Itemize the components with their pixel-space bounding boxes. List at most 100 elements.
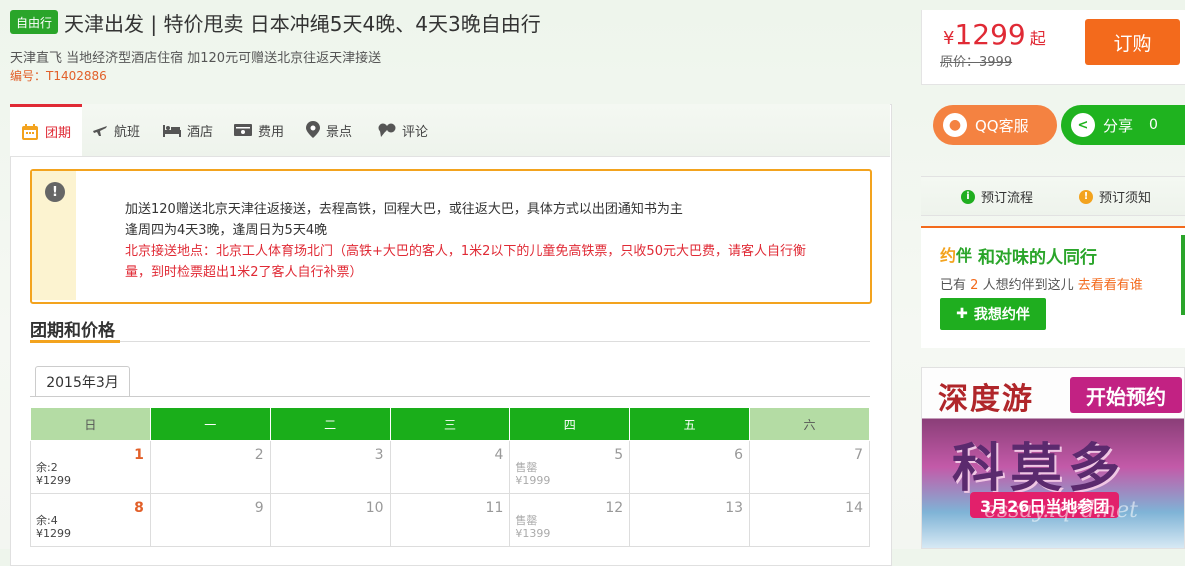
price-amount: 1299 [954, 18, 1026, 51]
booking-process-link[interactable]: i 预订流程 [961, 187, 1033, 206]
yueban-button[interactable]: ✚ 我想约伴 [940, 298, 1046, 330]
calendar-day: 11 [389, 493, 511, 547]
ad-brand: 深度游 [938, 382, 1034, 417]
scrollbar-indicator[interactable] [1181, 235, 1185, 315]
calendar-day-soldout: 5 售罄 ¥1999 [509, 440, 631, 494]
day-info: 售罄 ¥1399 [515, 514, 551, 540]
tab-label: 费用 [258, 124, 285, 140]
calendar-day-soldout: 12 售罄 ¥1399 [509, 493, 631, 547]
booking-notice-label: 预订须知 [1099, 191, 1152, 206]
day-number: 4 [494, 447, 504, 463]
calendar-day: 6 [629, 440, 751, 494]
original-price: 原价：3999 [940, 55, 1013, 70]
weekday-fri: 五 [629, 407, 751, 441]
notice-line-3: 北京接送地点：北京工人体育场北门（高铁+大巴的客人，1米2以下的儿童免高铁票，只… [125, 244, 806, 259]
money-icon [234, 124, 252, 136]
booking-notice-link[interactable]: ! 预订须知 [1079, 187, 1151, 206]
ad-banner[interactable]: 深度游 开始预约 科莫多 3月26日当地参团 essay.lqrd.net [921, 367, 1185, 549]
alert-icon: ! [1079, 189, 1093, 204]
detail-tabs: 团期 航班 酒店 费用 景点 评论 [10, 104, 890, 157]
yueban-count: 2 [970, 278, 979, 293]
booking-process-label: 预订流程 [981, 191, 1034, 206]
qq-service-button[interactable]: ● QQ客服 [933, 105, 1057, 145]
tab-label: 评论 [402, 124, 429, 140]
weekday-tue: 二 [269, 407, 391, 441]
day-info: 余:4 ¥1299 [36, 514, 71, 540]
ad-headline: 科莫多 [952, 439, 1127, 499]
month-tab[interactable]: 2015年3月 [35, 366, 130, 397]
day-number: 13 [725, 500, 744, 516]
section-underline [30, 340, 120, 343]
section-divider [30, 341, 870, 342]
tab-label: 酒店 [187, 124, 214, 140]
tab-cost[interactable]: 费用 [234, 104, 284, 156]
day-number: 9 [254, 500, 264, 516]
info-icon: i [961, 189, 975, 204]
share-button[interactable]: < 分享 0 [1061, 105, 1185, 145]
notice-line-4: 量，到时检票超出1米2了客人自行补票） [125, 265, 363, 280]
calendar-icon [21, 123, 38, 140]
comment-icon [378, 123, 396, 137]
price-currency: ¥ [943, 28, 955, 49]
day-number: 12 [605, 500, 624, 516]
product-title: 天津出发 | 特价甩卖 日本冲绳5天4晚、4天3晚自由行 [64, 12, 541, 36]
day-number: 10 [365, 500, 384, 516]
calendar-day: 7 [749, 440, 870, 494]
plus-icon: ✚ [956, 306, 968, 322]
bed-icon [163, 125, 181, 137]
day-number: 6 [734, 447, 744, 463]
calendar-day: 4 [389, 440, 511, 494]
booking-info-bar: i 预订流程 ! 预订须知 [921, 176, 1185, 216]
calendar-day-available[interactable]: 8 余:4 ¥1299 [30, 493, 151, 547]
calendar-day: 2 [149, 440, 271, 494]
day-number: 1 [134, 447, 144, 463]
share-icon: < [1071, 113, 1095, 137]
calendar-day: 13 [629, 493, 751, 547]
calendar-day: 10 [269, 493, 391, 547]
weekday-mon: 一 [149, 407, 271, 441]
product-subtitle: 天津直飞 当地经济型酒店住宿 加120元可赠送北京往返天津接送 [10, 51, 382, 66]
weekday-sun: 日 [30, 407, 151, 441]
day-number: 8 [134, 500, 144, 516]
section-title: 团期和价格 [30, 321, 115, 341]
tab-label: 航班 [114, 124, 141, 140]
yueban-title: 和对味的人同行 [978, 248, 1097, 268]
tab-flight[interactable]: 航班 [92, 104, 140, 156]
calendar-table: 日 一 二 三 四 五 六 1 余:2 ¥1299 2 3 4 5 售罄 ¥1999 6… [30, 407, 870, 547]
price: ¥1299 起 [943, 18, 1046, 51]
calendar-day: 3 [269, 440, 391, 494]
tab-hotel[interactable]: 酒店 [163, 104, 213, 156]
day-number: 5 [614, 447, 624, 463]
notice-line-2: 逢周四为4天3晚，逢周日为5天4晚 [125, 223, 328, 238]
notice-line-1: 加送120赠送北京天津往返接送，去程高铁，回程大巴，或往返大巴，具体方式以出团通… [125, 202, 683, 217]
month-divider [30, 396, 870, 397]
tab-schedule[interactable]: 团期 [10, 104, 82, 156]
product-code: 编号：T1402886 [10, 69, 107, 83]
calendar-week: 1 余:2 ¥1299 2 3 4 5 售罄 ¥1999 6 7 [30, 440, 870, 494]
ad-cta-button[interactable]: 开始预约 [1070, 377, 1182, 413]
day-info: 余:2 ¥1299 [36, 461, 71, 487]
tab-attractions[interactable]: 景点 [306, 104, 352, 156]
tab-label: 团期 [44, 126, 71, 141]
calendar-week: 8 余:4 ¥1299 9 10 11 12 售罄 ¥1399 13 14 [30, 493, 870, 547]
qq-label: QQ客服 [975, 116, 1029, 135]
share-label: 分享 [1103, 116, 1134, 135]
weekday-sat: 六 [749, 407, 870, 441]
tab-reviews[interactable]: 评论 [378, 104, 428, 156]
yueban-link[interactable]: 去看看有谁 [1078, 278, 1143, 293]
day-info: 售罄 ¥1999 [515, 461, 551, 487]
location-pin-icon [306, 121, 320, 138]
qq-penguin-icon: ● [943, 113, 967, 137]
day-number: 11 [485, 500, 504, 516]
exclamation-icon: ! [45, 182, 65, 202]
calendar-day-available[interactable]: 1 余:2 ¥1299 [30, 440, 151, 494]
weekday-header-row: 日 一 二 三 四 五 六 [30, 407, 870, 441]
ad-watermark: essay.lqrd.net [984, 498, 1138, 523]
yueban-logo: 约伴 [940, 246, 973, 265]
tab-label: 景点 [326, 124, 353, 140]
buy-button[interactable]: 订购 [1085, 19, 1180, 65]
share-count: 0 [1149, 117, 1158, 133]
calendar-day: 14 [749, 493, 870, 547]
day-number: 14 [845, 500, 863, 516]
yueban-status: 已有 2 人想约伴到这儿 去看看有谁 [940, 278, 1143, 293]
